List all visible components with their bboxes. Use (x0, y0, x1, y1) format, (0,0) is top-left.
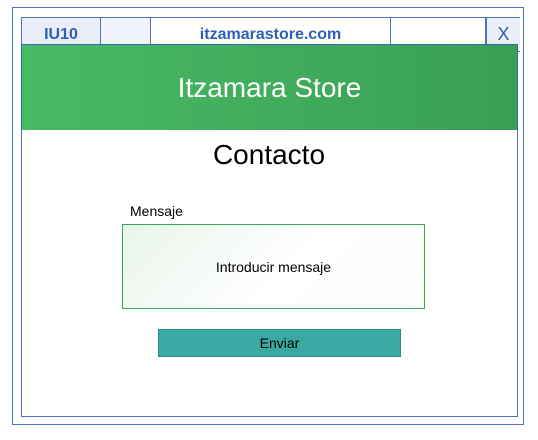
send-button[interactable]: Enviar (158, 329, 401, 357)
message-textarea[interactable]: Introducir mensaje (122, 224, 425, 309)
message-placeholder: Introducir mensaje (215, 258, 332, 275)
send-button-label: Enviar (259, 335, 300, 351)
store-title: Itzamara Store (177, 71, 362, 103)
page-title: Contacto (212, 139, 326, 170)
store-header: Itzamara Store (21, 44, 518, 131)
message-label: Mensaje (130, 203, 183, 219)
